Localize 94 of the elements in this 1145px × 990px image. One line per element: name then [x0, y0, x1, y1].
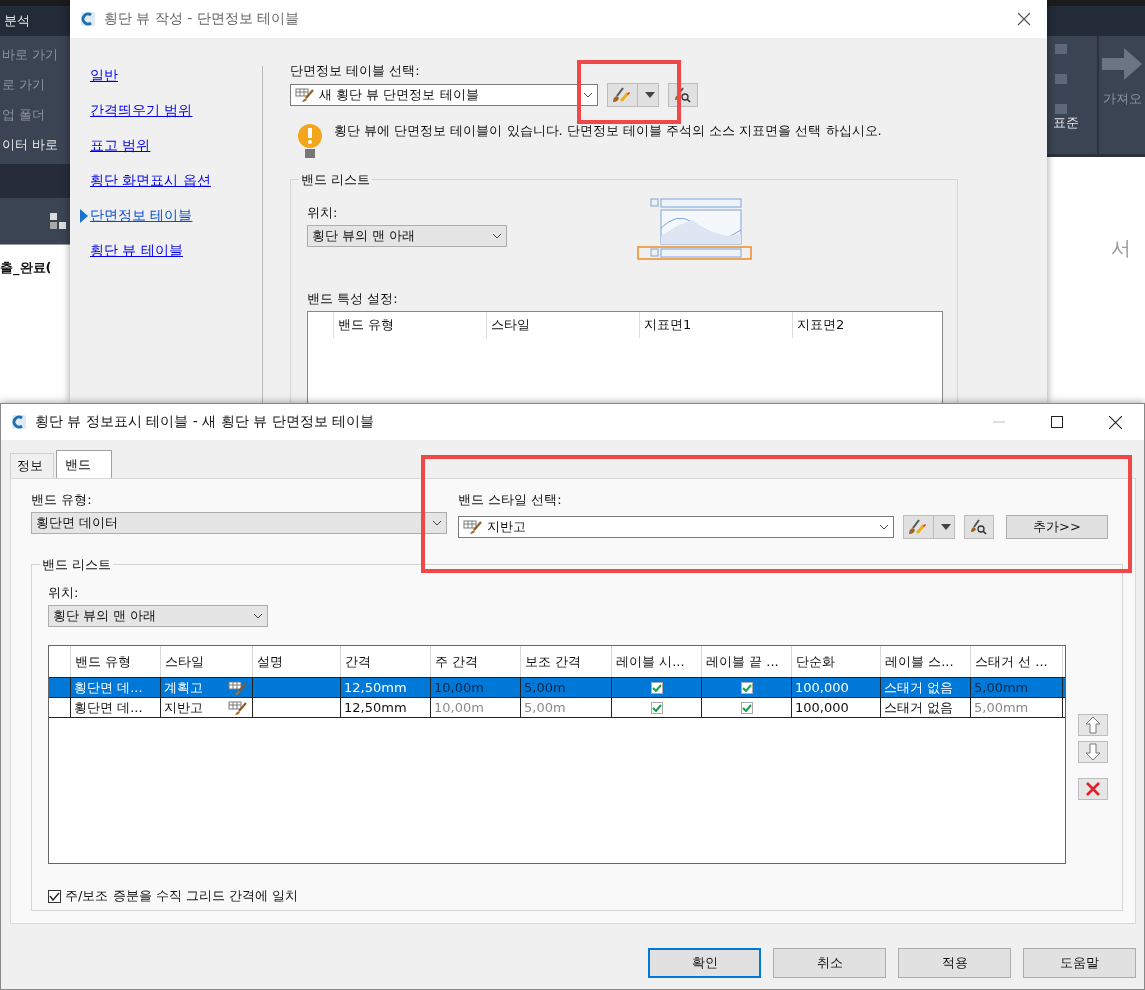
- checkbox[interactable]: [48, 889, 61, 903]
- edit-split-button[interactable]: [607, 83, 659, 107]
- caret-icon: [879, 524, 889, 530]
- delete-button[interactable]: [1078, 778, 1108, 800]
- delete-icon: [1085, 781, 1101, 797]
- warning-message: 횡단 뷰에 단면정보 테이블이 있습니다. 단면정보 테이블 주석의 소스 지표면을 선택 하십시오.: [334, 123, 883, 140]
- table-cell: 10,00m: [431, 698, 521, 717]
- position-dropdown[interactable]: 횡단 뷰의 맨 아래: [48, 605, 268, 627]
- table-row[interactable]: 횡단면 데... 계획고 12,50mm 10,00m 5,00m 100,000 스태거 없음 5,00mm: [49, 677, 1065, 697]
- table-cell: 5,00mm: [971, 698, 1063, 717]
- caret-icon: [940, 524, 951, 530]
- caret-icon: [432, 520, 442, 526]
- field-label: 위치:: [48, 584, 80, 602]
- field-label: 단면정보 테이블 선택:: [290, 62, 421, 80]
- field-label: 위치:: [307, 204, 339, 222]
- toolbar-strip: [0, 164, 70, 198]
- table-cell: 횡단면 데...: [71, 678, 161, 697]
- caret-icon: [583, 92, 593, 98]
- column-header[interactable]: 지표면1: [639, 312, 792, 338]
- table-cell: 100,000: [792, 678, 881, 697]
- field-label: 밴드 유형:: [31, 491, 93, 509]
- tab[interactable]: 정보: [10, 453, 54, 478]
- nav-link[interactable]: 일반: [90, 67, 118, 85]
- drawing-tab-label[interactable]: 출_완료(: [0, 260, 52, 275]
- band-type-dropdown[interactable]: 횡단면 데이터: [31, 512, 447, 534]
- field-label: 밴드 스타일 선택:: [458, 491, 563, 509]
- band-style-dropdown[interactable]: 지반고: [458, 516, 894, 538]
- warning-bulb-icon: [296, 123, 324, 159]
- table-cell: 12,50mm: [341, 678, 431, 697]
- nav-link[interactable]: 횡단 화면표시 옵션: [90, 172, 211, 190]
- dialog-button[interactable]: 적용: [898, 948, 1011, 978]
- window-title: 횡단 뷰 작성 - 단면정보 테이블: [104, 10, 300, 28]
- app-logo-icon: [80, 11, 96, 27]
- checkbox[interactable]: [650, 701, 663, 714]
- table-cell: 5,00m: [521, 678, 612, 697]
- window-title: 횡단 뷰 정보표시 테이블 - 새 횡단 뷰 단면정보 테이블: [35, 413, 375, 431]
- down-arrow-icon: [1085, 743, 1101, 761]
- table-cell: 5,00m: [521, 698, 612, 717]
- grid-icon: [50, 213, 66, 229]
- pick-button[interactable]: [964, 515, 994, 539]
- table-cell: 스태거 없음: [881, 698, 971, 717]
- window-top-strip: [0, 0, 70, 6]
- maximize-icon[interactable]: [1051, 416, 1063, 428]
- panel-item[interactable]: 이터 바로: [2, 136, 70, 154]
- table-cell-text: 계획고: [164, 679, 203, 697]
- table-cell: 횡단면 데...: [71, 698, 161, 717]
- caret-icon: [492, 233, 502, 239]
- table-row[interactable]: 횡단면 데... 지반고 12,50mm 10,00m 5,00m 100,000 스태거 없음 5,00mm: [49, 697, 1065, 718]
- checkbox-label: 주/보조 증분을 수직 그리드 간격에 일치: [65, 887, 299, 905]
- move-down-button[interactable]: [1078, 741, 1108, 763]
- table-style-icon: [463, 519, 483, 535]
- add-button[interactable]: 추가>>: [1006, 515, 1108, 539]
- checkbox[interactable]: [740, 701, 753, 714]
- style-label[interactable]: 표준: [1053, 114, 1079, 132]
- group-title: 밴드 리스트: [40, 556, 114, 574]
- dialog-button[interactable]: 도움말: [1023, 948, 1136, 978]
- table-cell: 5,00mm: [971, 678, 1063, 697]
- table-style-icon: [295, 87, 315, 103]
- field-label: 밴드 특성 설정:: [307, 290, 399, 308]
- caret-icon: [253, 613, 263, 619]
- nav-link[interactable]: 횡단 뷰 테이블: [90, 242, 183, 260]
- dialog-button[interactable]: 확인: [648, 948, 761, 978]
- up-arrow-icon: [1085, 716, 1101, 734]
- brush-magnifier-icon: [970, 519, 988, 535]
- table-cell: 스태거 없음: [881, 678, 971, 697]
- table-cell: 10,00m: [431, 678, 521, 697]
- brush-magnifier-icon: [674, 87, 692, 103]
- column-header[interactable]: 스타일: [486, 312, 639, 338]
- table-cell-text: 지반고: [164, 699, 203, 717]
- nav-link[interactable]: 단면정보 테이블: [90, 207, 193, 225]
- brush-pencil-icon: [907, 519, 926, 535]
- close-icon[interactable]: [1109, 415, 1122, 429]
- tab[interactable]: 밴드: [56, 450, 112, 478]
- dialog-button[interactable]: 취소: [773, 948, 886, 978]
- table-dropdown[interactable]: 새 횡단 뷰 단면정보 테이블: [290, 84, 598, 106]
- nav-link[interactable]: 간격띄우기 범위: [90, 102, 193, 120]
- column-header[interactable]: 밴드 유형: [333, 312, 486, 338]
- close-icon[interactable]: [1017, 12, 1031, 26]
- brush-pencil-icon: [611, 87, 630, 103]
- group-title: 밴드 리스트: [299, 171, 373, 189]
- edit-split-button[interactable]: [903, 515, 955, 539]
- table-cell: 100,000: [792, 698, 881, 717]
- column-header[interactable]: 지표면2: [792, 312, 942, 338]
- caret-icon: [644, 92, 655, 98]
- move-up-button[interactable]: [1078, 714, 1108, 736]
- nav-link[interactable]: 표고 범위: [90, 137, 151, 155]
- position-dropdown[interactable]: 횡단 뷰의 맨 아래: [307, 225, 507, 247]
- style-edit-icon: [228, 699, 248, 716]
- table-cell: 12,50mm: [341, 698, 431, 717]
- checkbox[interactable]: [740, 681, 753, 694]
- style-edit-icon: [228, 679, 248, 696]
- checkbox[interactable]: [650, 681, 663, 694]
- app-logo-icon: [11, 414, 27, 430]
- menu-item[interactable]: 분석: [4, 12, 30, 30]
